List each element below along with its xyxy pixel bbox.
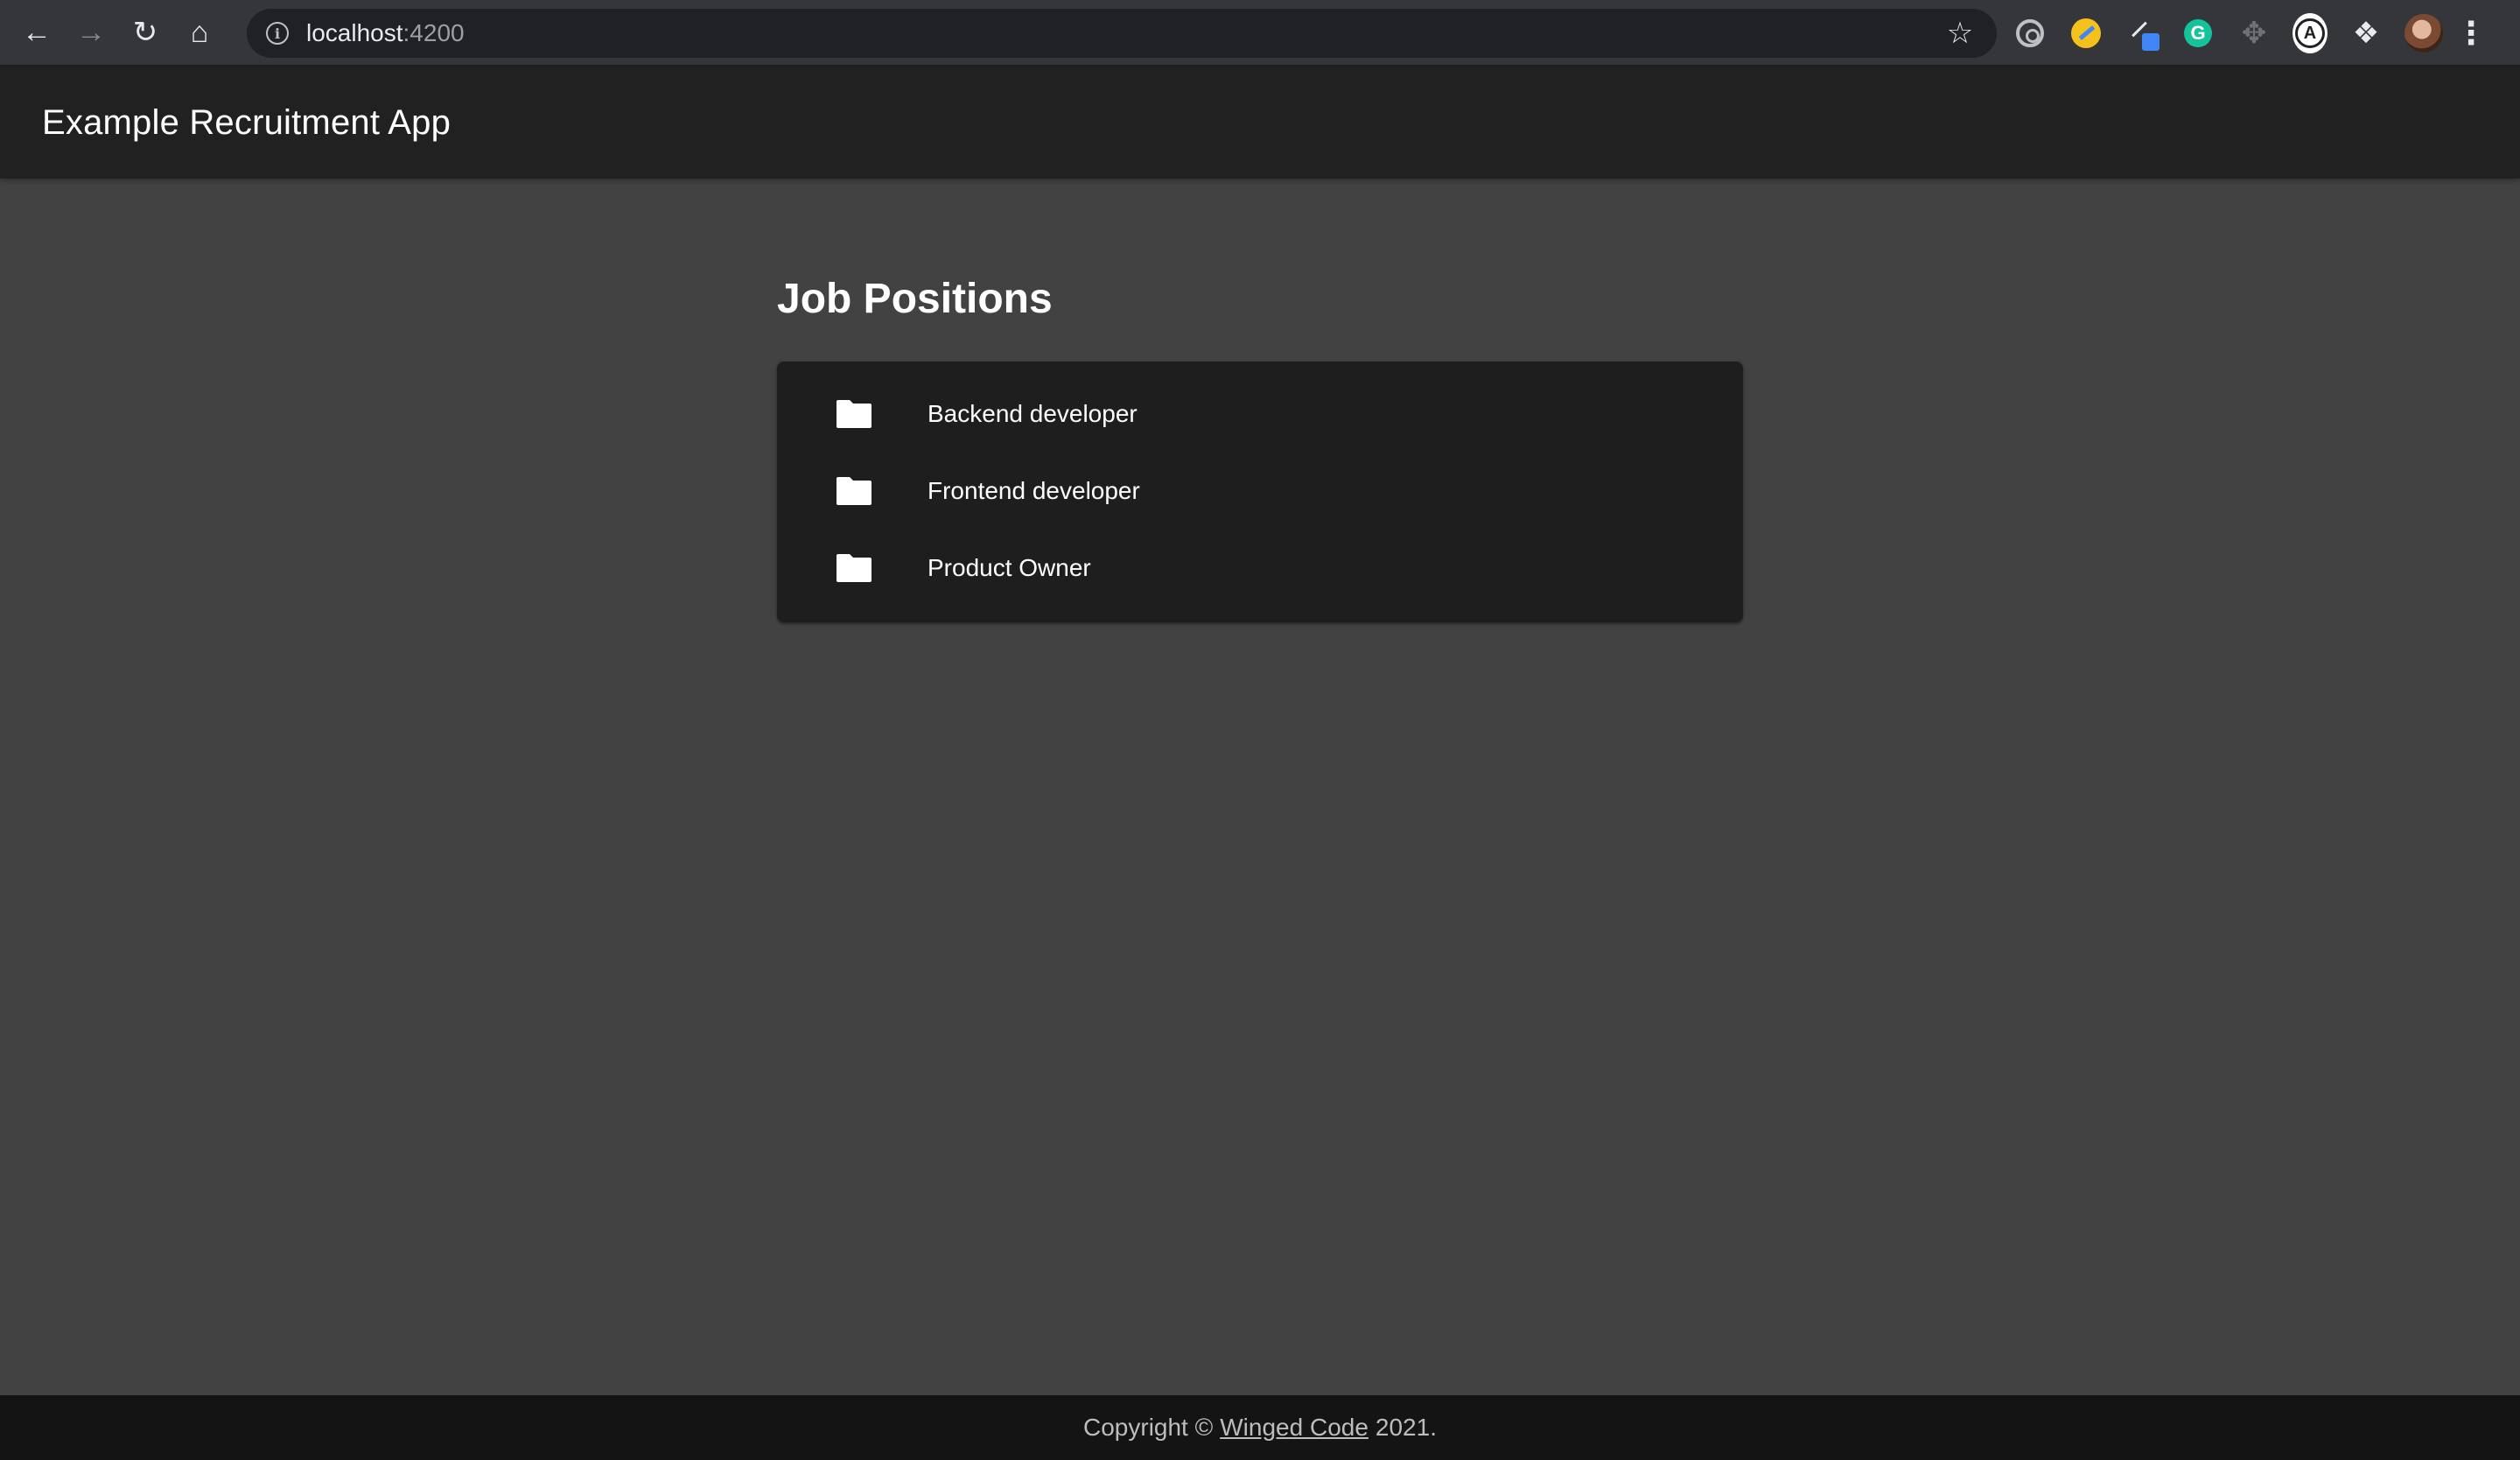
folder-icon [836,400,872,428]
grammarly-icon[interactable]: G [2180,16,2216,51]
app-toolbar: Example Recruitment App [0,67,2520,179]
folder-icon [836,477,872,505]
pen-extension-icon[interactable] [2124,16,2160,51]
a-extension-icon[interactable]: A [2292,13,2328,53]
address-bar[interactable]: i localhost:4200 ☆ [247,9,1997,58]
page-title: Job Positions [777,276,1053,322]
position-label: Frontend developer [928,477,1140,504]
puzzle-icon[interactable]: ❖ [2348,16,2384,51]
footer-copyright-prefix: Copyright © [1083,1414,1214,1441]
reload-icon[interactable]: ↻ [124,11,166,53]
info-icon[interactable]: i [266,22,289,45]
folder-icon [836,554,872,582]
position-label: Backend developer [928,400,1138,427]
app-title: Example Recruitment App [42,102,452,142]
profile-avatar[interactable] [2404,14,2443,53]
positions-list: Backend developer Frontend developer Pro… [777,361,1743,622]
url-host: localhost [306,19,403,46]
menu-dots-icon[interactable]: ⋮ [2455,15,2487,52]
extensions-tray: G ✥ A ❖ ⋮ [2012,12,2487,54]
forward-arrow-icon[interactable]: → [70,11,112,53]
position-item-backend-developer[interactable]: Backend developer [777,376,1743,453]
url-port: :4200 [402,19,465,46]
back-arrow-icon[interactable]: ← [16,11,58,53]
browser-toolbar: ← → ↻ ⌂ i localhost:4200 ☆ G ✥ A ❖ ⋮ [0,0,2520,67]
target-extension-icon[interactable] [2012,16,2048,51]
yellow-extension-icon[interactable] [2068,16,2104,51]
position-label: Product Owner [928,554,1091,581]
position-item-product-owner[interactable]: Product Owner [777,530,1743,607]
footer-year: 2021. [1375,1414,1437,1441]
star-icon[interactable]: ☆ [1942,16,1978,51]
home-icon[interactable]: ⌂ [178,11,220,53]
page: ← → ↻ ⌂ i localhost:4200 ☆ G ✥ A ❖ ⋮ Exa… [0,0,2520,1460]
main-content: Job Positions Backend developer Frontend… [777,263,1743,622]
url-text[interactable]: localhost:4200 [306,19,465,47]
move-extension-icon[interactable]: ✥ [2236,16,2272,51]
footer-link-winged-code[interactable]: Winged Code [1220,1414,1368,1442]
footer: Copyright © Winged Code 2021. [0,1395,2520,1460]
position-item-frontend-developer[interactable]: Frontend developer [777,453,1743,530]
